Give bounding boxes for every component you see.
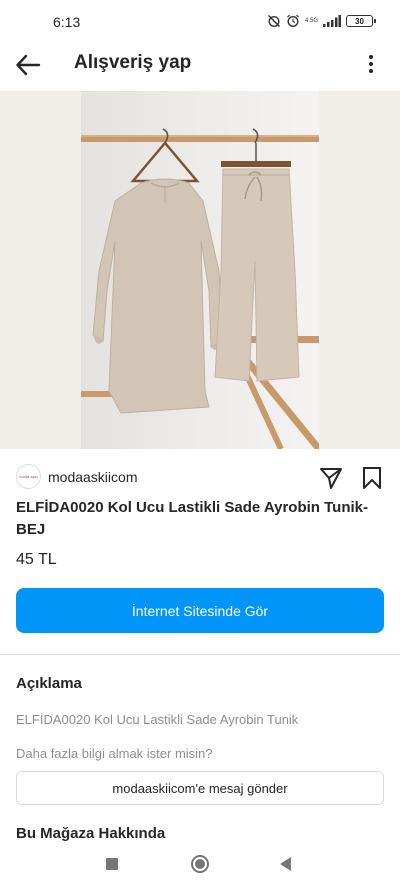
product-image: [81, 91, 319, 449]
bookmark-icon: [363, 467, 381, 489]
shop-name-link[interactable]: modaaskiicom: [48, 469, 137, 485]
divider: [0, 654, 400, 655]
app-bar: Alışveriş yap: [0, 42, 400, 88]
view-on-website-button[interactable]: İnternet Sitesinde Gör: [16, 588, 384, 633]
home-icon: [195, 859, 205, 869]
signal-icon: [323, 15, 341, 27]
send-icon: [320, 468, 342, 489]
battery-icon: 30: [346, 15, 376, 27]
home-button[interactable]: [191, 855, 209, 873]
product-photo-illustration: [81, 128, 319, 449]
status-bar: 6:13 4.5G 30: [0, 0, 400, 42]
product-title: ELFİDA0020 Kol Ucu Lastikli Sade Ayrobin…: [16, 499, 369, 538]
alarm-off-icon: [267, 15, 280, 28]
about-store-heading: Bu Mağaza Hakkında: [16, 825, 166, 842]
system-back-button[interactable]: [280, 857, 291, 871]
product-image-area[interactable]: [0, 91, 400, 449]
share-button[interactable]: [318, 465, 344, 491]
save-button[interactable]: [359, 465, 385, 491]
description-text: ELFİDA0020 Kol Ucu Lastikli Sade Ayrobin…: [16, 712, 299, 727]
shop-row: moda aşkı modaaskiicom: [0, 461, 400, 495]
alarm-icon: [287, 14, 299, 28]
description-heading: Açıklama: [16, 675, 82, 692]
more-options-button[interactable]: [364, 51, 378, 77]
recent-apps-button[interactable]: [106, 858, 118, 870]
back-button[interactable]: [14, 51, 42, 79]
more-vertical-icon: [369, 55, 373, 59]
status-icons: 4.5G 30: [267, 14, 376, 28]
arrow-left-icon: [16, 54, 41, 76]
shop-avatar[interactable]: moda aşkı: [16, 464, 41, 489]
send-message-button[interactable]: modaaskiicom'e mesaj gönder: [16, 771, 384, 805]
page-title: Alışveriş yap: [74, 52, 192, 73]
system-nav-bar: [0, 847, 400, 888]
more-info-prompt: Daha fazla bilgi almak ister misin?: [16, 746, 213, 761]
status-time: 6:13: [53, 14, 81, 30]
network-type-label: 4.5G: [304, 18, 318, 24]
shop-logo: moda aşkı: [19, 474, 38, 479]
product-price: 45 TL: [16, 551, 57, 568]
